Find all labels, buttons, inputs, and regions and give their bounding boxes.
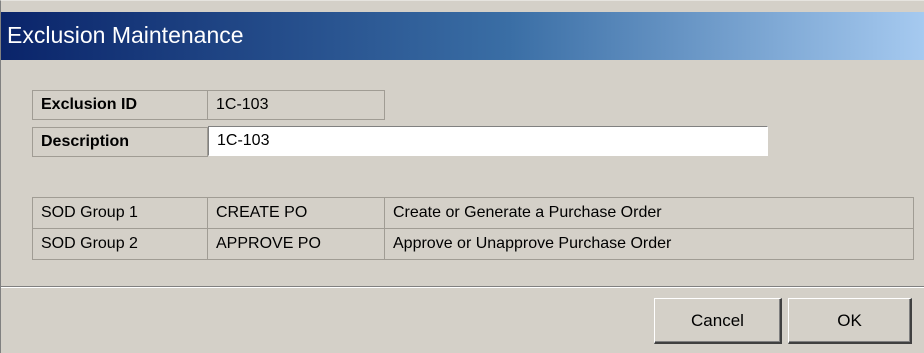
- description-label-cell: Description: [32, 127, 208, 157]
- sod-group-2-label-cell: SOD Group 2: [32, 228, 208, 260]
- sod-group-1-label-cell: SOD Group 1: [32, 197, 208, 229]
- cancel-button[interactable]: Cancel: [654, 298, 782, 344]
- ok-button[interactable]: OK: [788, 298, 912, 344]
- exclusion-maintenance-dialog: Exclusion Maintenance Exclusion ID 1C-10…: [0, 0, 924, 353]
- exclusion-id-label-cell: Exclusion ID: [32, 90, 208, 120]
- sod-group-2-code: APPROVE PO: [216, 235, 321, 252]
- sod-group-1-code-cell[interactable]: CREATE PO: [207, 197, 385, 229]
- sod-group-2-description-cell: Approve or Unapprove Purchase Order: [384, 228, 914, 260]
- description-value: 1C-103: [217, 132, 270, 149]
- button-bar-divider: [1, 286, 924, 288]
- sod-group-2-description: Approve or Unapprove Purchase Order: [393, 235, 672, 252]
- exclusion-id-field: 1C-103: [207, 90, 385, 120]
- sod-group-1-description-cell: Create or Generate a Purchase Order: [384, 197, 914, 229]
- sod-group-1-label: SOD Group 1: [41, 204, 138, 221]
- sod-group-1-description: Create or Generate a Purchase Order: [393, 204, 662, 221]
- exclusion-id-value: 1C-103: [216, 96, 269, 113]
- exclusion-id-label: Exclusion ID: [41, 96, 138, 113]
- description-input[interactable]: 1C-103: [208, 126, 768, 156]
- sod-group-2-label: SOD Group 2: [41, 235, 138, 252]
- sod-group-2-code-cell[interactable]: APPROVE PO: [207, 228, 385, 260]
- dialog-title: Exclusion Maintenance: [7, 22, 244, 48]
- title-bar: Exclusion Maintenance: [1, 12, 924, 60]
- description-label: Description: [41, 133, 130, 150]
- sod-group-1-code: CREATE PO: [216, 204, 308, 221]
